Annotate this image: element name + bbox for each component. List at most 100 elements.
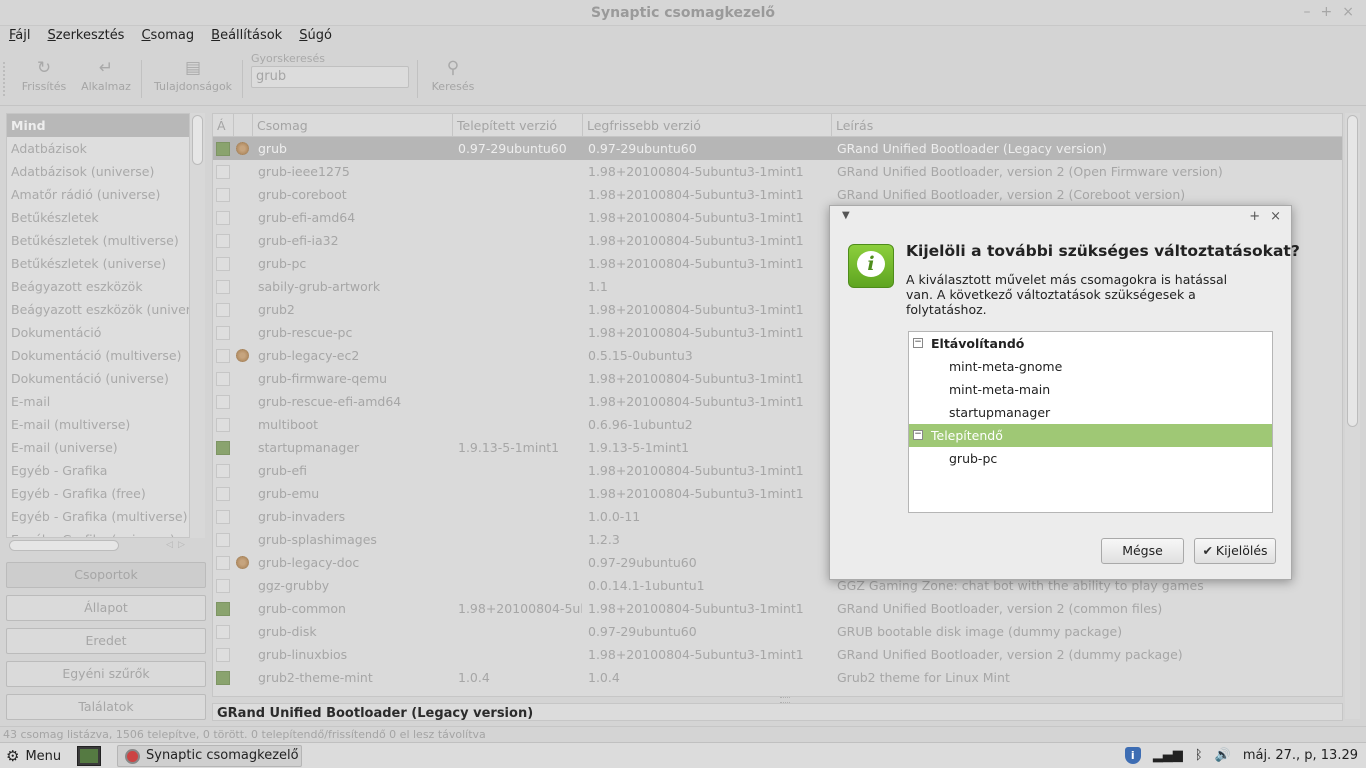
section-item[interactable]: Egyéb - Grafika (universe) — [7, 528, 189, 537]
table-row[interactable]: grub 0.97-29ubuntu60 0.97-29ubuntu60 GRand … — [213, 137, 1342, 160]
maximize-button[interactable]: + — [1321, 4, 1333, 20]
section-item[interactable]: Dokumentáció (multiverse) — [7, 344, 189, 367]
installed-status-icon[interactable] — [216, 142, 230, 156]
not-installed-status-icon[interactable] — [216, 303, 230, 317]
column-latest-version[interactable]: Legfrissebb verzió — [583, 114, 832, 137]
section-item[interactable]: E-mail (universe) — [7, 436, 189, 459]
section-item[interactable]: Betűkészletek (multiverse) — [7, 229, 189, 252]
table-row[interactable]: grub2-theme-mint 1.0.4 1.0.4 Grub2 theme fo… — [213, 666, 1342, 689]
not-installed-status-icon[interactable] — [216, 625, 230, 639]
network-icon[interactable]: ▂▄▆ — [1153, 748, 1183, 763]
tree-group-remove[interactable]: − Eltávolítandó — [909, 332, 1272, 355]
not-installed-status-icon[interactable] — [216, 533, 230, 547]
section-item[interactable]: E-mail — [7, 390, 189, 413]
not-installed-status-icon[interactable] — [216, 372, 230, 386]
section-item[interactable]: Betűkészletek — [7, 206, 189, 229]
scrollbar-thumb[interactable] — [1347, 115, 1358, 427]
installed-status-icon[interactable] — [216, 441, 230, 455]
not-installed-status-icon[interactable] — [216, 280, 230, 294]
tree-item[interactable]: mint-meta-gnome — [909, 355, 1272, 378]
apply-button[interactable]: ↵ Alkalmaz — [78, 58, 134, 93]
tree-group-install[interactable]: − Telepítendő — [909, 424, 1272, 447]
maximize-button[interactable]: + — [1249, 209, 1260, 224]
table-row[interactable]: grub-coreboot 1.98+20100804-5ubuntu3-1min… — [213, 183, 1342, 206]
scrollbar-thumb[interactable] — [192, 115, 203, 165]
collapse-icon[interactable]: − — [913, 430, 923, 440]
tree-item[interactable]: startupmanager — [909, 401, 1272, 424]
table-row[interactable]: grub-disk 0.97-29ubuntu60 GRUB bootable di… — [213, 620, 1342, 643]
not-installed-status-icon[interactable] — [216, 257, 230, 271]
table-row[interactable]: grub-linuxbios 1.98+20100804-5ubuntu3-1mi… — [213, 643, 1342, 666]
minimize-button[interactable]: – — [1304, 4, 1311, 20]
menu-file[interactable]: Fájl — [0, 26, 39, 48]
installed-status-icon[interactable] — [216, 602, 230, 616]
status-filter-button[interactable]: Állapot — [6, 595, 206, 621]
scroll-left-icon[interactable]: ◁ — [166, 540, 173, 550]
menu-help[interactable]: Súgó — [290, 26, 340, 48]
not-installed-status-icon[interactable] — [216, 464, 230, 478]
window-menu-icon[interactable]: ▼ — [842, 210, 850, 221]
reload-button[interactable]: ↻ Frissítés — [20, 58, 68, 93]
close-button[interactable]: × — [1342, 4, 1354, 20]
cancel-button[interactable]: Mégse — [1101, 538, 1184, 564]
section-item[interactable]: Adatbázisok (universe) — [7, 160, 189, 183]
section-item[interactable]: Egyéb - Grafika (multiverse) — [7, 505, 189, 528]
section-item[interactable]: Dokumentáció — [7, 321, 189, 344]
search-results-button[interactable]: Találatok — [6, 694, 206, 720]
scroll-right-icon[interactable]: ▷ — [178, 540, 185, 550]
search-button[interactable]: ⚲ Keresés — [428, 58, 478, 93]
update-manager-icon[interactable]: i — [1124, 747, 1141, 764]
not-installed-status-icon[interactable] — [216, 395, 230, 409]
sections-filter-button[interactable]: Csoportok — [6, 562, 206, 588]
not-installed-status-icon[interactable] — [216, 326, 230, 340]
section-item[interactable]: Beágyazott eszközök (univers — [7, 298, 189, 321]
menu-settings[interactable]: Beállítások — [202, 26, 290, 48]
package-table-scrollbar[interactable] — [1345, 113, 1360, 719]
not-installed-status-icon[interactable] — [216, 487, 230, 501]
scrollbar-thumb[interactable] — [9, 540, 119, 551]
quicksearch-input[interactable]: grub — [251, 66, 409, 88]
show-desktop-icon[interactable] — [77, 746, 101, 766]
section-item[interactable]: Beágyazott eszközök — [7, 275, 189, 298]
section-item[interactable]: Egyéb - Grafika — [7, 459, 189, 482]
taskbar-window-button[interactable]: Synaptic csomagkezelő — [117, 745, 302, 767]
tree-item[interactable]: mint-meta-main — [909, 378, 1272, 401]
column-installed-version[interactable]: Telepített verzió — [453, 114, 583, 137]
section-item[interactable]: E-mail (multiverse) — [7, 413, 189, 436]
not-installed-status-icon[interactable] — [216, 418, 230, 432]
close-button[interactable]: × — [1270, 209, 1281, 224]
volume-icon[interactable]: 🔊 — [1215, 748, 1231, 763]
column-description[interactable]: Leírás — [832, 114, 1342, 137]
section-item[interactable]: Adatbázisok — [7, 137, 189, 160]
custom-filter-button[interactable]: Egyéni szűrők — [6, 661, 206, 687]
not-installed-status-icon[interactable] — [216, 211, 230, 225]
section-item[interactable]: Dokumentáció (universe) — [7, 367, 189, 390]
menu-edit[interactable]: Szerkesztés — [39, 26, 133, 48]
tree-item[interactable]: grub-pc — [909, 447, 1272, 470]
not-installed-status-icon[interactable] — [216, 349, 230, 363]
not-installed-status-icon[interactable] — [216, 234, 230, 248]
not-installed-status-icon[interactable] — [216, 165, 230, 179]
section-item[interactable]: Egyéb - Grafika (free) — [7, 482, 189, 505]
not-installed-status-icon[interactable] — [216, 579, 230, 593]
mark-button[interactable]: ✔ Kijelölés — [1194, 538, 1276, 564]
not-installed-status-icon[interactable] — [216, 556, 230, 570]
start-menu-button[interactable]: ⚙ Menu — [6, 747, 61, 765]
clock[interactable]: máj. 27., p, 13.29 — [1243, 748, 1358, 763]
bluetooth-icon[interactable]: ᛒ — [1195, 748, 1203, 763]
section-list-scrollbar[interactable] — [190, 113, 205, 538]
section-list-hscrollbar[interactable]: ◁ ▷ — [6, 538, 190, 554]
column-package[interactable]: Csomag — [253, 114, 453, 137]
toolbar-grip[interactable] — [3, 62, 8, 96]
section-item[interactable]: Betűkészletek (universe) — [7, 252, 189, 275]
not-installed-status-icon[interactable] — [216, 188, 230, 202]
section-item[interactable]: Mind — [7, 114, 189, 137]
collapse-icon[interactable]: − — [913, 338, 923, 348]
not-installed-status-icon[interactable] — [216, 648, 230, 662]
section-item[interactable]: Amatőr rádió (universe) — [7, 183, 189, 206]
installed-status-icon[interactable] — [216, 671, 230, 685]
origin-filter-button[interactable]: Eredet — [6, 628, 206, 654]
table-row[interactable]: grub-ieee1275 1.98+20100804-5ubuntu3-1min… — [213, 160, 1342, 183]
column-status[interactable]: Á — [213, 114, 234, 137]
column-support[interactable] — [234, 114, 253, 137]
